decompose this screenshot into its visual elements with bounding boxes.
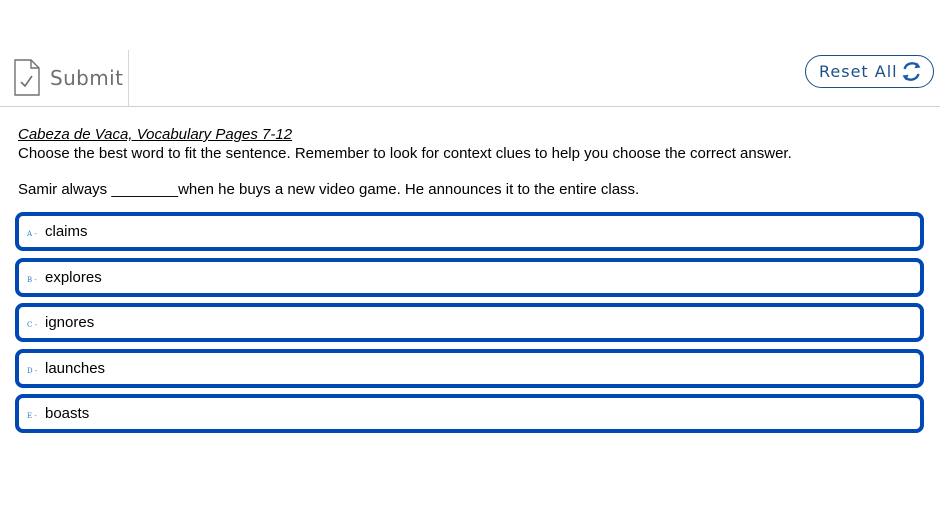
choice-label: explores [45, 268, 102, 286]
choice-letter: B - [27, 275, 37, 284]
choice-letter: C - [27, 321, 37, 329]
reset-all-button[interactable]: Reset All [805, 55, 934, 88]
answer-choices: A - claims B - explores C - ignores D - … [15, 212, 924, 440]
choice-letter: E - [27, 412, 37, 420]
choice-e[interactable]: E - boasts [15, 394, 924, 433]
page: Submit Reset All Cabeza de Vaca, Vocabul… [0, 0, 940, 528]
refresh-icon [899, 59, 924, 84]
submit-label: Submit [50, 66, 124, 90]
choice-c[interactable]: C - ignores [15, 303, 924, 342]
reset-all-label: Reset All [819, 62, 898, 81]
question-content: Cabeza de Vaca, Vocabulary Pages 7-12 Ch… [18, 126, 928, 199]
choice-label: ignores [45, 314, 95, 331]
choice-label: boasts [45, 405, 90, 422]
choice-b[interactable]: B - explores [15, 257, 924, 297]
question-text: Samir always ________when he buys a new … [18, 181, 640, 198]
choice-a[interactable]: A - claims [15, 212, 924, 251]
instructions-text: Choose the best word to fit the sentence… [18, 145, 792, 162]
choice-label: launches [45, 359, 106, 377]
toolbar: Submit Reset All [0, 50, 940, 107]
choice-d[interactable]: D - launches [15, 348, 924, 388]
submit-button[interactable]: Submit [0, 50, 129, 106]
assignment-title: Cabeza de Vaca, Vocabulary Pages 7-12 [18, 126, 293, 143]
choice-label: claims [45, 223, 88, 240]
choice-letter: D - [27, 366, 38, 375]
choice-letter: A - [27, 230, 37, 238]
document-check-icon [12, 58, 42, 98]
